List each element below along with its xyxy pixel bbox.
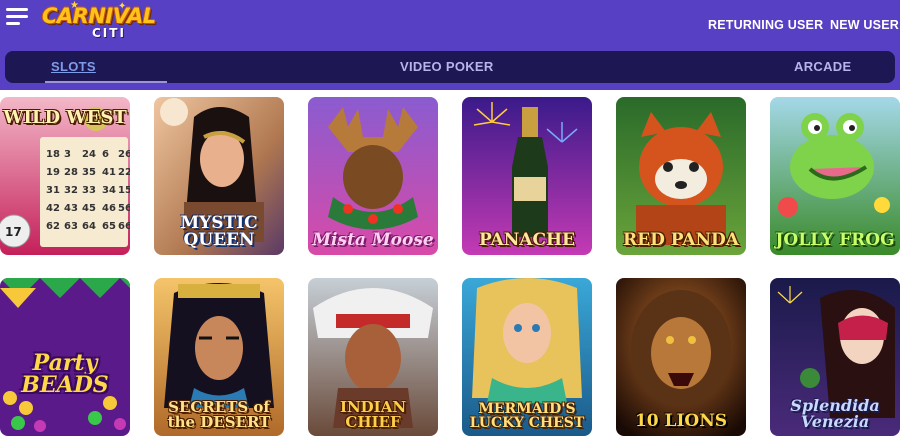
svg-text:45: 45 bbox=[82, 203, 96, 214]
svg-text:35: 35 bbox=[82, 167, 96, 178]
svg-text:17: 17 bbox=[5, 225, 22, 239]
svg-text:64: 64 bbox=[82, 221, 96, 232]
svg-text:63: 63 bbox=[64, 221, 78, 232]
svg-text:42: 42 bbox=[46, 203, 60, 214]
game-tile-mista-moose[interactable]: Mista Moose bbox=[308, 97, 438, 255]
svg-text:31: 31 bbox=[46, 185, 60, 196]
game-tile-10-lions[interactable]: 10 LIONS bbox=[616, 278, 746, 436]
svg-text:19: 19 bbox=[46, 167, 60, 178]
game-title: MYSTIC QUEEN bbox=[180, 213, 258, 250]
svg-text:56: 56 bbox=[118, 203, 130, 214]
category-nav: SLOTS VIDEO POKER ARCADE bbox=[5, 51, 895, 83]
tab-slots[interactable]: SLOTS bbox=[51, 59, 96, 74]
tab-arcade[interactable]: ARCADE bbox=[794, 59, 851, 74]
game-title: Party BEADS bbox=[21, 350, 109, 398]
game-title: MERMAID'S LUCKY CHEST bbox=[469, 401, 585, 431]
svg-text:24: 24 bbox=[82, 149, 96, 160]
svg-text:46: 46 bbox=[102, 203, 116, 214]
game-tile-secrets-of-the-desert[interactable]: SECRETS of the DESERT bbox=[154, 278, 284, 436]
top-header: ★ ✦ CARNIVAL CITI RETURNING USER NEW USE… bbox=[0, 0, 900, 90]
svg-text:62: 62 bbox=[46, 221, 60, 232]
svg-text:22: 22 bbox=[118, 167, 130, 178]
svg-text:43: 43 bbox=[64, 203, 78, 214]
game-title: Splendida Venezia bbox=[790, 396, 880, 431]
svg-text:18: 18 bbox=[46, 149, 60, 160]
game-tile-panache[interactable]: PANACHE bbox=[462, 97, 592, 255]
svg-text:26: 26 bbox=[118, 149, 130, 160]
logo-subword: CITI bbox=[92, 26, 126, 40]
game-tile-wild-west[interactable]: 18 3 24 6 26 19 28 35 41 22 31 32 33 34 15 42 43 45 46 5… bbox=[0, 97, 130, 255]
svg-text:41: 41 bbox=[102, 167, 116, 178]
game-title: JOLLY FROG bbox=[775, 230, 895, 250]
svg-text:28: 28 bbox=[64, 167, 78, 178]
svg-text:65: 65 bbox=[102, 221, 116, 232]
game-tile-jolly-frog[interactable]: JOLLY FROG bbox=[770, 97, 900, 255]
game-tile-mystic-queen[interactable]: MYSTIC QUEEN bbox=[154, 97, 284, 255]
game-tile-red-panda[interactable]: RED PANDA bbox=[616, 97, 746, 255]
game-tile-mermaids-lucky-chest[interactable]: MERMAID'S LUCKY CHEST bbox=[462, 278, 592, 436]
svg-text:3: 3 bbox=[64, 149, 71, 160]
game-title: WILD WEST bbox=[3, 107, 127, 128]
active-tab-indicator bbox=[45, 81, 167, 83]
game-title: Mista Moose bbox=[312, 230, 434, 250]
returning-user-link[interactable]: RETURNING USER bbox=[708, 18, 823, 32]
game-title: INDIAN CHIEF bbox=[339, 398, 407, 431]
svg-text:33: 33 bbox=[82, 185, 96, 196]
game-title: RED PANDA bbox=[623, 230, 739, 250]
svg-text:66: 66 bbox=[118, 221, 130, 232]
svg-text:15: 15 bbox=[118, 185, 130, 196]
svg-text:34: 34 bbox=[102, 185, 116, 196]
carnival-citi-logo[interactable]: ★ ✦ CARNIVAL CITI bbox=[40, 0, 156, 42]
tab-video-poker[interactable]: VIDEO POKER bbox=[400, 59, 494, 74]
new-user-link[interactable]: NEW USER bbox=[830, 18, 899, 32]
game-tile-party-beads[interactable]: Party BEADS bbox=[0, 278, 130, 436]
menu-icon[interactable] bbox=[6, 8, 28, 25]
game-tile-splendida-venezia[interactable]: Splendida Venezia bbox=[770, 278, 900, 436]
game-title: SECRETS of the DESERT bbox=[167, 398, 271, 431]
svg-text:6: 6 bbox=[102, 149, 109, 160]
game-tile-indian-chief[interactable]: INDIAN CHIEF bbox=[308, 278, 438, 436]
game-title: 10 LIONS bbox=[634, 411, 728, 431]
game-title: PANACHE bbox=[478, 230, 575, 250]
logo-wordmark: CARNIVAL bbox=[42, 4, 156, 28]
svg-text:32: 32 bbox=[64, 185, 78, 196]
